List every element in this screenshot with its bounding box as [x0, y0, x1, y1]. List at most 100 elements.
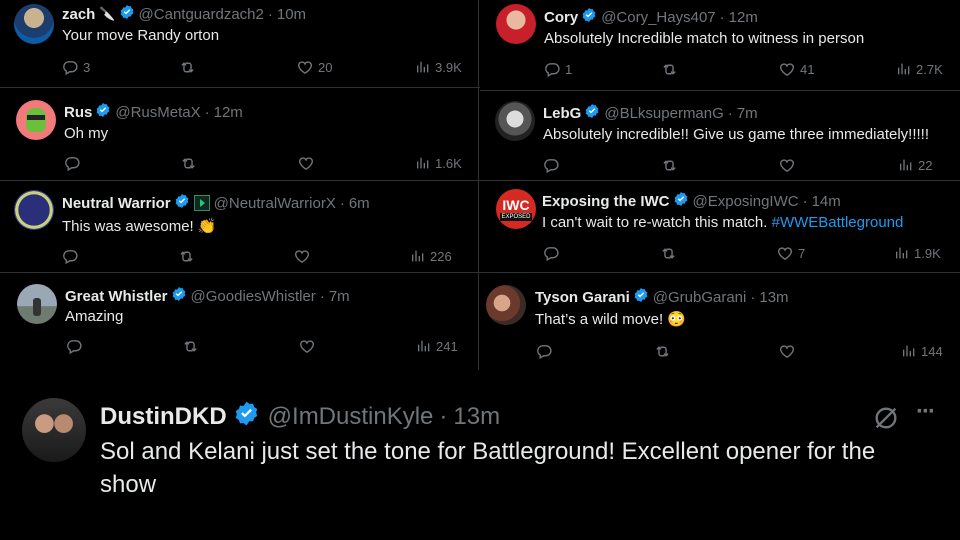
repost-button[interactable] — [179, 155, 202, 172]
avatar[interactable] — [22, 398, 86, 462]
handle[interactable]: @Cantguardzach2 — [139, 6, 264, 23]
verified-badge-icon — [633, 287, 649, 307]
display-name[interactable]: Neutral Warrior — [62, 195, 171, 212]
handle[interactable]: @NeutralWarriorX — [214, 195, 336, 212]
tweet-text: This was awesome! 👏 — [62, 218, 217, 235]
like-count: 41 — [800, 62, 815, 77]
grok-icon[interactable] — [872, 404, 900, 432]
views-button[interactable]: 226 — [410, 248, 452, 264]
like-button[interactable]: 7 — [776, 245, 805, 262]
reply-button[interactable] — [543, 157, 564, 174]
like-button[interactable] — [293, 248, 315, 265]
handle[interactable]: @RusMetaX — [115, 104, 200, 121]
repost-button[interactable] — [178, 59, 201, 76]
repost-button[interactable] — [659, 245, 682, 262]
avatar[interactable] — [486, 285, 526, 325]
timestamp[interactable]: 13m — [759, 289, 788, 306]
display-name[interactable]: Exposing the IWC — [542, 193, 670, 210]
like-button[interactable] — [298, 338, 320, 355]
views-button[interactable]: 241 — [416, 338, 458, 354]
avatar[interactable] — [14, 4, 54, 44]
timestamp[interactable]: 12m — [729, 9, 758, 26]
avatar[interactable] — [14, 190, 54, 230]
separator-dot: · — [727, 104, 733, 122]
reply-icon — [545, 63, 560, 78]
handle[interactable]: @GrubGarani — [653, 289, 747, 306]
like-button[interactable]: 20 — [296, 59, 332, 76]
timestamp[interactable]: 12m — [214, 104, 243, 121]
reply-tweet-tyson-garani[interactable]: Tyson Garani @GrubGarani · 13m That’s a … — [480, 273, 960, 370]
reply-button[interactable] — [62, 248, 83, 265]
avatar[interactable] — [496, 4, 536, 44]
reply-button[interactable] — [64, 155, 85, 172]
views-button[interactable]: 22 — [898, 157, 932, 173]
avatar[interactable] — [495, 101, 535, 141]
reply-tweet-cory[interactable]: Cory @Cory_Hays407 · 12m Absolutely Incr… — [480, 0, 960, 90]
verified-badge-icon — [95, 102, 111, 122]
like-button[interactable]: 41 — [778, 61, 814, 78]
reply-count: 1 — [565, 62, 573, 77]
display-name[interactable]: DustinDKD — [100, 403, 227, 431]
reply-icon — [544, 159, 559, 174]
reply-button[interactable] — [543, 245, 564, 262]
display-name[interactable]: zach — [62, 6, 95, 23]
views-icon — [418, 340, 430, 352]
repost-button[interactable] — [653, 343, 676, 360]
repost-button[interactable] — [660, 157, 683, 174]
heart-icon — [779, 345, 795, 359]
avatar[interactable] — [16, 100, 56, 140]
views-icon — [417, 61, 429, 73]
handle[interactable]: @ImDustinKyle — [268, 403, 434, 431]
timestamp[interactable]: 7m — [737, 105, 758, 122]
like-button[interactable] — [778, 343, 800, 360]
timestamp[interactable]: 13m — [453, 403, 500, 431]
handle[interactable]: @ExposingIWC — [693, 193, 799, 210]
more-options-button[interactable]: ··· — [916, 398, 936, 426]
avatar[interactable]: IWC EXPOSED — [496, 189, 536, 229]
timestamp[interactable]: 10m — [277, 6, 306, 23]
handle[interactable]: @GoodiesWhistler — [191, 288, 316, 305]
separator-dot: · — [339, 194, 345, 212]
reply-button[interactable] — [536, 343, 557, 360]
display-name[interactable]: LebG — [543, 105, 581, 122]
view-count: 1.9K — [914, 245, 941, 261]
tweet-text: Amazing — [65, 308, 124, 325]
verified-badge-icon — [581, 7, 597, 27]
display-name[interactable]: Great Whistler — [65, 288, 168, 305]
reply-tweet-zach[interactable]: zach 🔪 @Cantguardzach2 · 10m Your move R… — [0, 0, 478, 87]
timestamp[interactable]: 7m — [329, 288, 350, 305]
display-name[interactable]: Tyson Garani — [535, 289, 630, 306]
views-button[interactable]: 3.9K — [415, 59, 462, 75]
handle[interactable]: @Cory_Hays407 — [601, 9, 715, 26]
repost-button[interactable] — [181, 338, 204, 355]
like-button[interactable] — [297, 155, 319, 172]
main-tweet[interactable]: DustinDKD @ImDustinKyle · 13m ··· Sol an… — [0, 380, 960, 540]
views-button[interactable]: 1.6K — [415, 155, 462, 171]
reply-button[interactable]: 1 — [544, 61, 572, 78]
reply-tweet-exposing-iwc[interactable]: IWC EXPOSED Exposing the IWC @ExposingIW… — [480, 181, 960, 272]
repost-button[interactable] — [660, 61, 683, 78]
timestamp[interactable]: 6m — [349, 195, 370, 212]
repost-button[interactable] — [177, 248, 200, 265]
display-name[interactable]: Rus — [64, 104, 92, 121]
timestamp[interactable]: 14m — [812, 193, 841, 210]
reply-tweet-lebg[interactable]: LebG @BLksupermanG · 7m Absolutely incre… — [480, 91, 960, 180]
tweet-text-line-1: Sol and Kelani just set the tone for Bat… — [100, 438, 876, 465]
hashtag-link[interactable]: #WWEBattleground — [772, 214, 904, 231]
views-button[interactable]: 1.9K — [894, 245, 941, 261]
verified-badge-icon — [119, 4, 135, 24]
reply-tweet-great-whistler[interactable]: Great Whistler @GoodiesWhistler · 7m Ama… — [0, 273, 478, 370]
display-name[interactable]: Cory — [544, 9, 578, 26]
reply-button[interactable]: 3 — [62, 59, 90, 76]
like-button[interactable] — [778, 157, 800, 174]
reply-tweet-rus[interactable]: Rus @RusMetaX · 12m Oh my 1.6K — [0, 88, 478, 180]
reply-icon — [63, 250, 78, 265]
separator-dot: · — [719, 8, 725, 26]
handle[interactable]: @BLksupermanG — [604, 105, 723, 122]
avatar[interactable] — [17, 284, 57, 324]
views-button[interactable]: 144 — [901, 343, 943, 359]
reply-count: 3 — [83, 60, 91, 75]
views-button[interactable]: 2.7K — [896, 61, 943, 77]
reply-tweet-neutral-warrior[interactable]: Neutral Warrior @NeutralWarriorX · 6m Th… — [0, 181, 478, 272]
reply-button[interactable] — [66, 338, 87, 355]
